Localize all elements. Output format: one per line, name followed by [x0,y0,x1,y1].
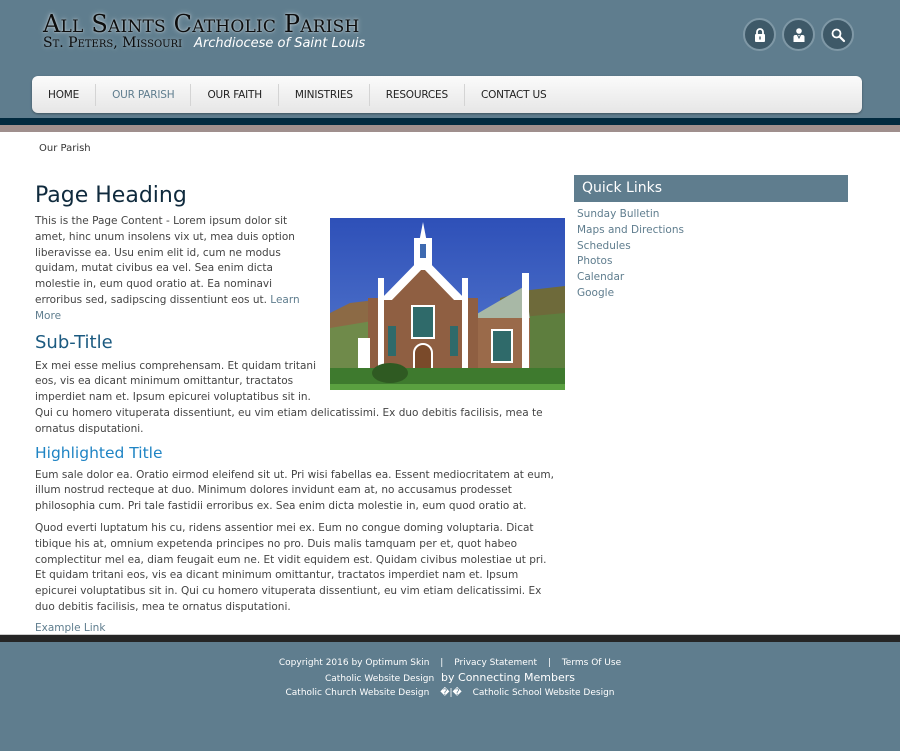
nav-item-resources[interactable]: RESOURCES [370,83,465,106]
main-nav: HOME OUR PARISH OUR FAITH MINISTRIES RES… [32,76,862,113]
church-image [330,218,565,390]
quick-link-calendar[interactable]: Calendar [577,270,848,286]
header-band-taupe [0,125,900,132]
footer-separator: | [547,658,551,668]
quick-link-maps-and-directions[interactable]: Maps and Directions [577,223,848,239]
quick-link-schedules[interactable]: Schedules [577,239,848,255]
archdiocese-label: Archdiocese of Saint Louis [194,36,366,51]
catholic-church-website-design-link[interactable]: Catholic Church Website Design [285,688,429,698]
page-heading: Page Heading [35,183,187,208]
login-button[interactable] [743,18,776,51]
footer-divider [0,634,900,642]
nav-item-our-parish[interactable]: OUR PARISH [96,83,192,106]
highlighted-title: Highlighted Title [35,443,163,462]
parish-location: St. Peters, Missouri [43,35,183,51]
quick-link-photos[interactable]: Photos [577,254,848,270]
site-logo[interactable]: All Saints Catholic Parish St. Peters, M… [43,10,365,51]
search-button[interactable] [821,18,854,51]
account-button[interactable] [782,18,815,51]
breadcrumb: Our Parish [39,143,91,154]
nav-item-contact-us[interactable]: CONTACT US [465,84,562,106]
site-footer: Copyright 2016 by Optimum Skin | Privacy… [0,642,900,751]
example-link[interactable]: Example Link [35,622,105,634]
search-icon [831,28,845,42]
highlight-paragraph-1: Eum sale dolor ea. Oratio eirmod eleifen… [35,468,554,513]
header-band-dark [0,118,900,125]
quick-links-list: Sunday Bulletin Maps and Directions Sche… [574,202,848,302]
terms-of-use-link[interactable]: Terms Of Use [562,658,621,668]
site-header: All Saints Catholic Parish St. Peters, M… [0,0,900,118]
copyright-link[interactable]: Copyright 2016 by Optimum Skin [279,658,430,668]
footer-separator: | [440,658,444,668]
catholic-school-website-design-link[interactable]: Catholic School Website Design [473,688,615,698]
catholic-website-design-link[interactable]: Catholic Website Design [325,674,434,684]
nav-item-home[interactable]: HOME [32,83,97,106]
quick-link-sunday-bulletin[interactable]: Sunday Bulletin [577,207,848,223]
quick-link-google[interactable]: Google [577,286,848,302]
main-content: Page Heading This is the Page Content - … [35,180,565,635]
quick-links-title: Quick Links [574,175,848,202]
header-icons [743,18,854,51]
by-connecting-members: by Connecting Members [441,671,575,684]
quick-links-panel: Quick Links Sunday Bulletin Maps and Dir… [574,175,848,302]
nav-item-our-faith[interactable]: OUR FAITH [191,83,279,106]
parish-name: All Saints Catholic Parish [43,10,360,38]
user-icon [793,27,804,42]
privacy-statement-link[interactable]: Privacy Statement [454,658,537,668]
lock-icon [754,27,765,42]
highlight-paragraph-2: Quod everti luptatum his cu, ridens asse… [35,521,547,613]
nav-item-ministries[interactable]: MINISTRIES [279,83,370,106]
footer-odd-separator: �|� [440,688,462,698]
